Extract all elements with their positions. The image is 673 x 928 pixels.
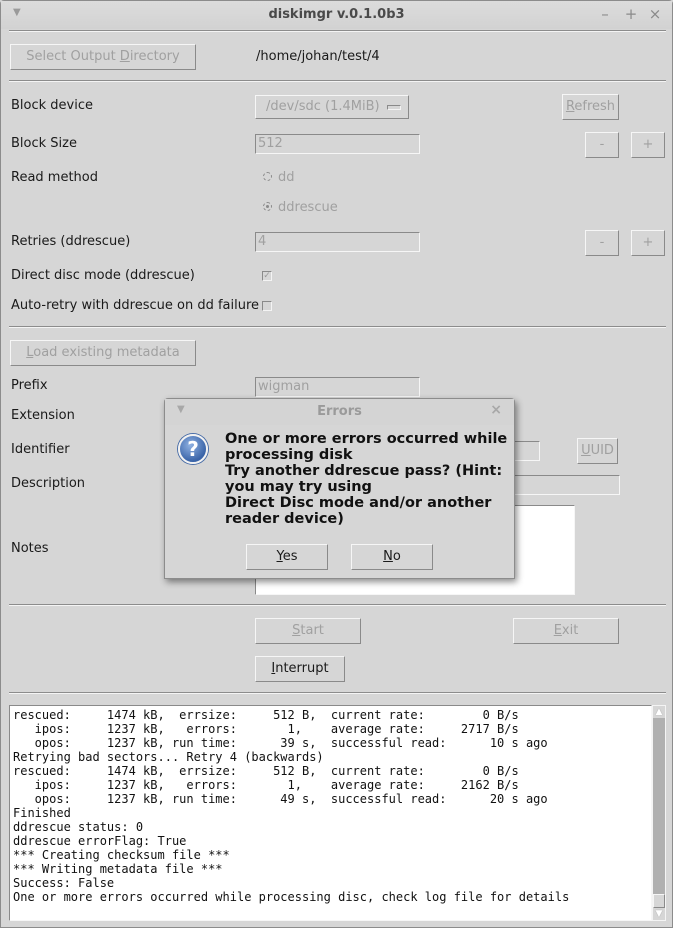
direct-disc-label: Direct disc mode (ddrescue) (11, 268, 195, 283)
scrollbar-thumb[interactable] (653, 894, 665, 908)
block-size-increment-button[interactable]: + (631, 132, 665, 158)
button-label: es (282, 549, 298, 564)
retries-decrement-button[interactable]: - (585, 230, 619, 256)
log-scrollbar[interactable]: ▲ ▼ (652, 705, 666, 921)
minimize-icon[interactable]: – (597, 5, 613, 23)
button-label: xit (561, 623, 579, 638)
prefix-label: Prefix (11, 378, 48, 393)
radio-ddrescue[interactable]: ddrescue (263, 200, 338, 215)
retries-label: Retries (ddrescue) (11, 234, 131, 249)
dialog-message-line: Try another ddrescue pass? (Hint: (225, 463, 503, 479)
title-bar[interactable]: ▼ diskimgr v.0.1.0b3 – + × (1, 1, 672, 29)
dialog-message-line: processing disk (225, 447, 353, 463)
interrupt-button[interactable]: Interrupt (255, 656, 345, 682)
prefix-field[interactable]: wigman (255, 377, 420, 397)
select-output-directory-button[interactable]: Select Output Directory (10, 44, 196, 70)
button-label: efresh (574, 99, 616, 114)
maximize-icon[interactable]: + (623, 5, 639, 23)
close-icon[interactable]: × (647, 5, 663, 23)
read-method-label: Read method (11, 170, 99, 185)
dialog-close-icon[interactable]: × (490, 402, 502, 418)
block-device-value: /dev/sdc (1.4MiB) (266, 99, 380, 114)
divider (9, 604, 666, 606)
dialog-title-bar[interactable]: ▼ Errors × (165, 399, 514, 425)
notes-label: Notes (11, 541, 49, 556)
radio-label: dd (278, 170, 295, 185)
mnemonic: D (119, 49, 130, 64)
button-label: Select Output (26, 49, 120, 64)
block-size-decrement-button[interactable]: - (585, 132, 619, 158)
uuid-button[interactable]: UUID (577, 438, 618, 464)
description-label: Description (11, 476, 86, 491)
divider (9, 326, 666, 328)
auto-retry-label: Auto-retry with ddrescue on dd failure (11, 298, 260, 313)
block-size-label: Block Size (11, 136, 77, 151)
radio-off-icon (263, 172, 272, 181)
button-label: irectory (129, 49, 180, 64)
yes-button[interactable]: Yes (246, 544, 328, 570)
direct-disc-checkbox[interactable]: ✓ (262, 271, 272, 281)
refresh-button[interactable]: Refresh (562, 94, 619, 120)
extension-label: Extension (11, 408, 75, 423)
block-size-field[interactable]: 512 (255, 134, 420, 154)
output-path: /home/johan/test/4 (256, 49, 380, 64)
block-device-label: Block device (11, 98, 93, 113)
no-button[interactable]: No (351, 544, 433, 570)
block-device-dropdown[interactable]: /dev/sdc (1.4MiB) (255, 95, 409, 119)
question-icon: ? (178, 434, 208, 464)
window-title: diskimgr v.0.1.0b3 (268, 7, 405, 22)
mnemonic: E (553, 623, 562, 638)
radio-label: ddrescue (278, 200, 338, 215)
button-label: oad existing metadata (33, 345, 180, 360)
divider (9, 80, 666, 82)
button-label: UID (590, 443, 614, 458)
auto-retry-checkbox[interactable] (262, 301, 272, 311)
identifier-label: Identifier (11, 442, 70, 457)
mnemonic: N (383, 549, 393, 564)
dropdown-indicator-icon (387, 105, 401, 110)
log-output[interactable]: rescued: 1474 kB, errsize: 512 B, curren… (9, 705, 652, 921)
dialog-message-line: you may try using (225, 479, 372, 495)
retries-increment-button[interactable]: + (631, 230, 665, 256)
dialog-message-line: Direct Disc mode and/or another (225, 495, 492, 511)
errors-dialog: ▼ Errors × ? One or more errors occurred… (164, 398, 515, 579)
mnemonic: U (581, 443, 591, 458)
start-button[interactable]: Start (255, 618, 361, 644)
radio-on-icon (263, 202, 272, 211)
retries-field[interactable]: 4 (255, 232, 420, 252)
log-text: rescued: 1474 kB, errsize: 512 B, curren… (13, 708, 570, 904)
load-metadata-button[interactable]: Load existing metadata (10, 340, 196, 366)
button-label: tart (300, 623, 324, 638)
button-label: nterrupt (275, 661, 329, 676)
title-divider (9, 30, 666, 32)
dialog-message-line: reader device) (225, 511, 344, 527)
button-label: o (392, 549, 401, 564)
radio-dd[interactable]: dd (263, 170, 295, 185)
dialog-title: Errors (317, 404, 362, 419)
dialog-message: One or more errors occurred while process… (225, 431, 510, 527)
scroll-up-icon[interactable]: ▲ (653, 706, 665, 718)
scroll-down-icon[interactable]: ▼ (653, 908, 665, 920)
exit-button[interactable]: Exit (513, 618, 619, 644)
dialog-message-line: One or more errors occurred while (225, 431, 508, 447)
divider (9, 692, 666, 694)
